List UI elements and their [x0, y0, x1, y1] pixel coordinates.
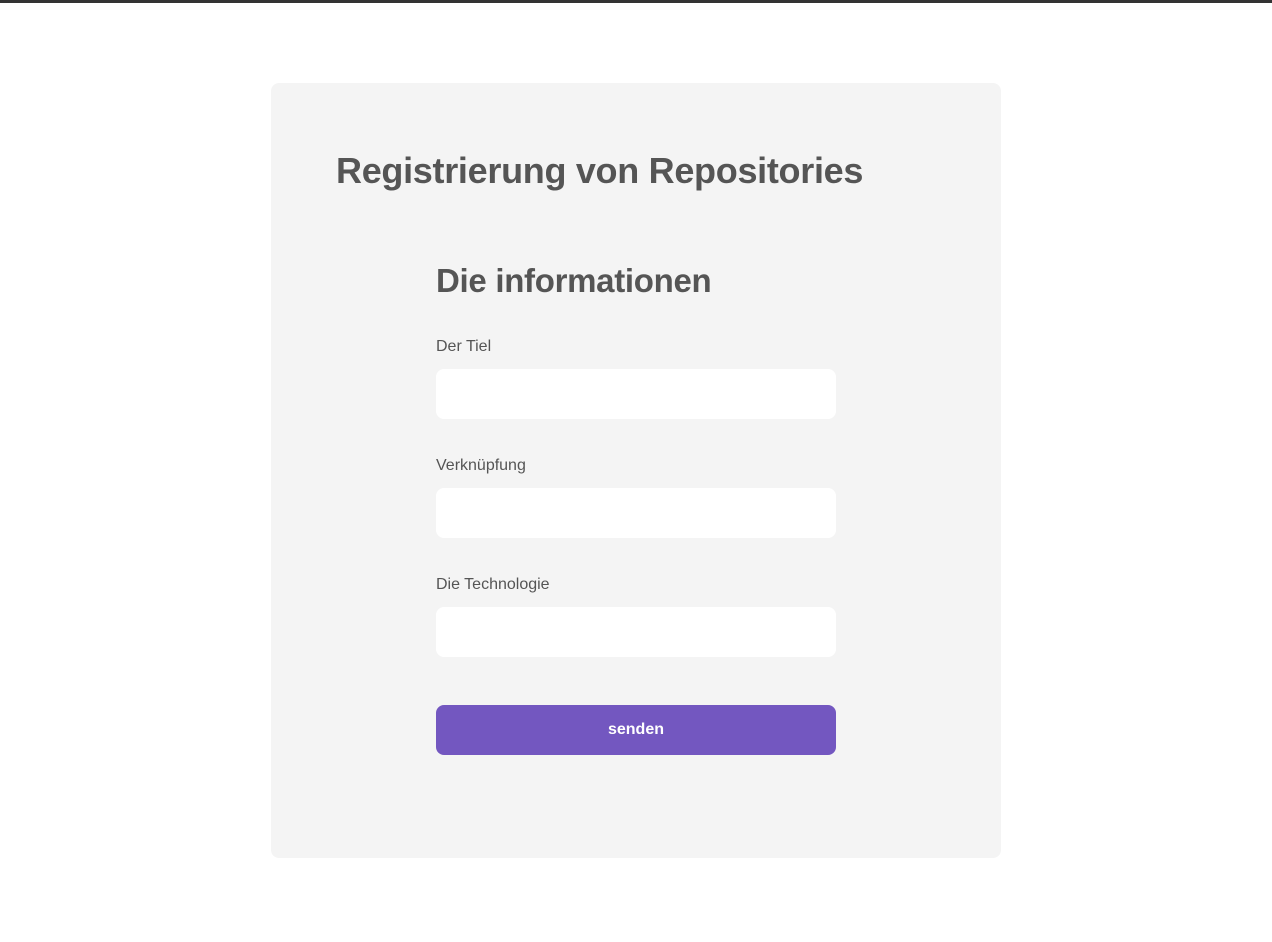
- submit-button[interactable]: senden: [436, 705, 836, 755]
- link-input[interactable]: [436, 488, 836, 538]
- registration-form: Die informationen Der Tiel Verknüpfung D…: [436, 259, 836, 755]
- technology-label: Die Technologie: [436, 576, 550, 593]
- title-label: Der Tiel: [436, 338, 492, 355]
- registration-card: Registrierung von Repositories Die infor…: [271, 83, 1001, 858]
- top-border: [0, 0, 1272, 3]
- link-label: Verknüpfung: [436, 457, 526, 474]
- page-title: Registrierung von Repositories: [336, 150, 864, 191]
- title-input[interactable]: [436, 369, 836, 419]
- technology-input[interactable]: [436, 607, 836, 657]
- section-title: Die informationen: [436, 262, 712, 299]
